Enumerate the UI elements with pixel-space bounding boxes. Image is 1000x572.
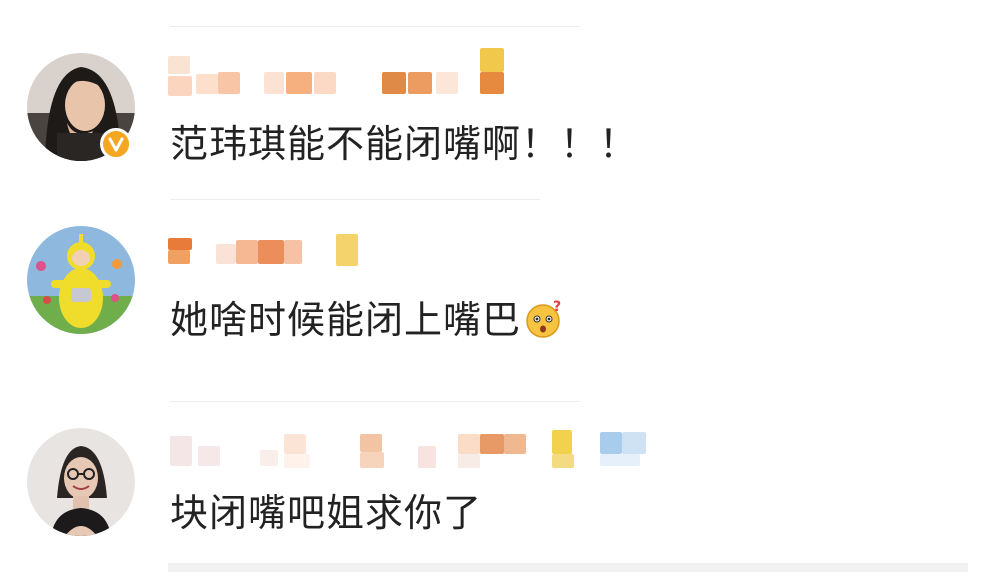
comment-divider (170, 199, 540, 200)
user-avatar[interactable] (27, 428, 135, 536)
username-blurred[interactable] (168, 46, 508, 96)
comment-text: 范玮琪能不能闭嘴啊！！！ (170, 122, 639, 166)
comment-text: 她啥时候能闭上嘴巴 ? (170, 298, 563, 342)
comment-text-content: 她啥时候能闭上嘴巴 (170, 298, 522, 342)
bottom-divider (168, 563, 968, 572)
avatar-woman-glasses-photo-icon (27, 428, 135, 536)
username-blurred[interactable] (168, 226, 368, 266)
thinking-face-emoji-icon: ? (523, 299, 563, 339)
verified-badge-icon (100, 128, 132, 160)
avatar-teletubby-photo-icon (27, 226, 135, 334)
comment-text: 块闭嘴吧姐求你了 (170, 491, 483, 535)
comment-divider (170, 401, 580, 402)
user-avatar[interactable] (27, 226, 135, 334)
comment-divider (170, 26, 580, 27)
username-blurred[interactable] (168, 426, 658, 468)
svg-text:?: ? (553, 299, 562, 315)
